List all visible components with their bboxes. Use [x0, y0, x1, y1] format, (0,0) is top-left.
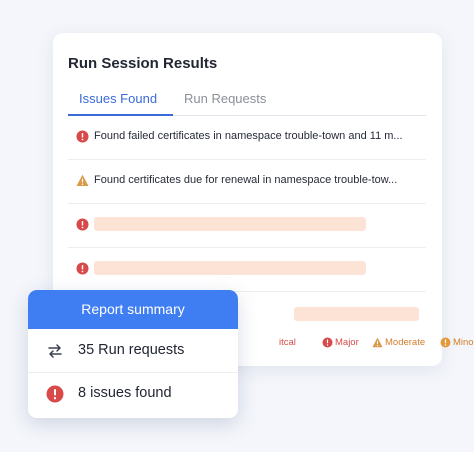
legend-label: itcal: [279, 337, 296, 348]
issue-row[interactable]: [68, 247, 426, 292]
tab-issues-found[interactable]: Issues Found: [79, 91, 157, 106]
issue-row[interactable]: Found certificates due for renewal in na…: [68, 159, 426, 204]
issue-row[interactable]: Found failed certificates in namespace t…: [68, 115, 426, 160]
exclamation-circle-icon: [440, 337, 451, 348]
exclamation-circle-icon: [76, 218, 89, 231]
exclamation-circle-icon: [322, 337, 333, 348]
issue-placeholder-bar: [94, 217, 366, 231]
issue-placeholder-bar: [294, 307, 419, 321]
exclamation-circle-icon: [76, 130, 89, 143]
card-title: Run Session Results: [68, 55, 218, 72]
report-summary-panel: Report summary 35 Run requests 8 issues …: [28, 290, 238, 418]
summary-run-requests-text: 35 Run requests: [78, 342, 185, 358]
issue-row[interactable]: [68, 203, 426, 248]
legend-label: Major: [335, 337, 359, 348]
tab-run-requests[interactable]: Run Requests: [184, 91, 266, 106]
exclamation-circle-icon: [76, 262, 89, 275]
swap-arrows-icon: [48, 344, 62, 358]
warning-triangle-icon: [76, 174, 89, 186]
legend-label: Minor: [453, 337, 474, 348]
report-summary-title: Report summary: [28, 290, 238, 329]
summary-row-issues[interactable]: 8 issues found: [28, 373, 238, 415]
issue-text: Found failed certificates in namespace t…: [94, 130, 403, 142]
legend-label: Moderate: [385, 337, 426, 348]
issue-placeholder-bar: [94, 261, 366, 275]
exclamation-circle-icon: [46, 385, 64, 403]
summary-row-run-requests[interactable]: 35 Run requests: [28, 330, 238, 373]
tab-bar: Issues Found Run Requests: [68, 85, 426, 116]
issue-text: Found certificates due for renewal in na…: [94, 174, 398, 186]
warning-triangle-icon: [372, 337, 383, 348]
summary-issues-text: 8 issues found: [78, 385, 172, 401]
